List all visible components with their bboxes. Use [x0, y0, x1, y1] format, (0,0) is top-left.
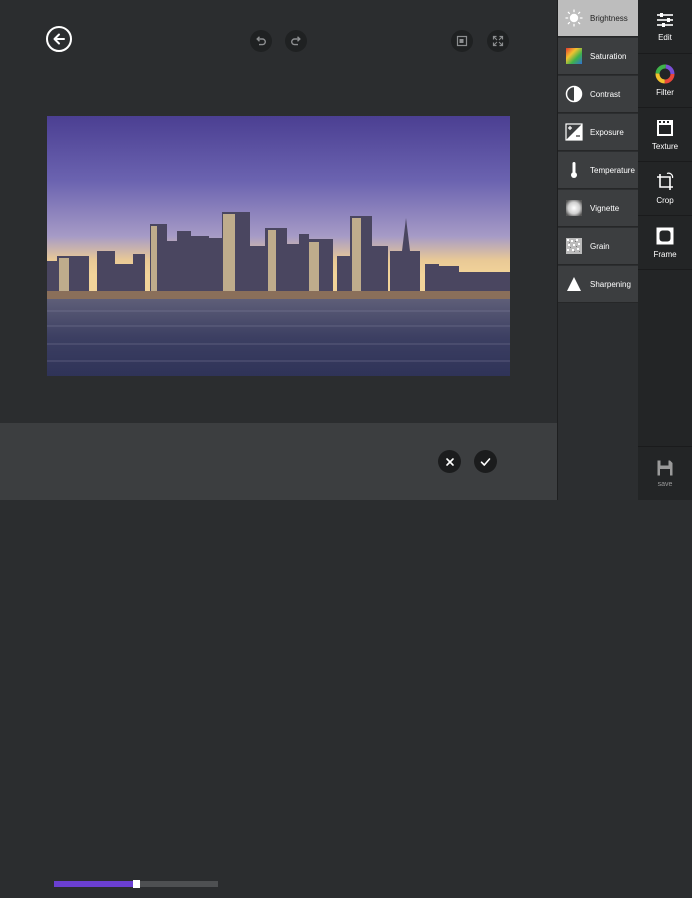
- tool-label: Texture: [651, 142, 679, 151]
- sliders-icon: [657, 13, 673, 27]
- exposure-icon: [564, 122, 584, 142]
- redo-button[interactable]: [285, 30, 307, 52]
- saturation-icon: [564, 46, 584, 66]
- sharpening-icon: [564, 274, 584, 294]
- undo-icon: [256, 36, 266, 46]
- tool-texture[interactable]: Texture: [638, 108, 692, 162]
- close-icon: [445, 457, 454, 466]
- slider-track[interactable]: [54, 880, 218, 888]
- apply-button[interactable]: [474, 450, 497, 473]
- tool-label: Edit: [658, 33, 672, 42]
- adjustment-label: Vignette: [590, 203, 620, 213]
- adjustment-sharpening[interactable]: Sharpening: [558, 266, 638, 303]
- frame-icon: [656, 227, 674, 245]
- tool-label: Crop: [656, 196, 674, 205]
- adjustment-brightness[interactable]: Brightness: [558, 0, 638, 37]
- adjustment-vignette[interactable]: Vignette: [558, 190, 638, 227]
- grain-icon: [564, 236, 584, 256]
- tools-panel: Edit Filter Texture Crop Frame save: [638, 0, 692, 500]
- tool-crop[interactable]: Crop: [638, 162, 692, 216]
- slider-thumb[interactable]: [133, 880, 140, 888]
- adjustment-label: Saturation: [590, 51, 627, 61]
- adjustment-label: Sharpening: [590, 279, 631, 289]
- adjustment-exposure[interactable]: Exposure: [558, 114, 638, 151]
- save-icon: [657, 460, 673, 476]
- save-label: save: [657, 481, 673, 488]
- adjustment-label: Temperature: [590, 165, 635, 175]
- contrast-icon: [564, 84, 584, 104]
- texture-icon: [657, 120, 673, 136]
- compare-icon: [456, 35, 468, 47]
- adjustment-slider[interactable]: [47, 870, 225, 898]
- save-button[interactable]: save: [638, 446, 692, 500]
- adjustment-label: Grain: [590, 241, 610, 251]
- tool-frame[interactable]: Frame: [638, 216, 692, 270]
- fullscreen-button[interactable]: [487, 30, 509, 52]
- adjustment-label: Contrast: [590, 89, 621, 99]
- check-icon: [480, 457, 491, 466]
- vignette-icon: [564, 198, 584, 218]
- tool-label: Frame: [653, 250, 677, 259]
- crop-icon: [657, 172, 674, 190]
- adjustment-bar: [0, 423, 557, 898]
- compare-button[interactable]: [451, 30, 473, 52]
- adjustment-saturation[interactable]: Saturation: [558, 38, 638, 75]
- filter-icon: [655, 64, 675, 84]
- tool-edit[interactable]: Edit: [638, 0, 692, 54]
- back-button[interactable]: [46, 26, 72, 52]
- adjustment-temperature[interactable]: Temperature: [558, 152, 638, 189]
- tool-label: Filter: [656, 88, 674, 97]
- back-arrow-icon: [53, 33, 65, 45]
- adjustment-contrast[interactable]: Contrast: [558, 76, 638, 113]
- skyline-photo: [47, 116, 510, 376]
- adjustment-grain[interactable]: Grain: [558, 228, 638, 265]
- thermometer-icon: [564, 160, 584, 180]
- slider-fill: [54, 881, 136, 887]
- adjustment-label: Exposure: [590, 127, 624, 137]
- sun-icon: [564, 8, 584, 28]
- adjustment-label: Brightness: [590, 13, 628, 23]
- fullscreen-icon: [492, 35, 504, 47]
- adjustments-panel: Brightness Saturation Contrast Exposure …: [557, 0, 638, 500]
- undo-button[interactable]: [250, 30, 272, 52]
- redo-icon: [291, 36, 301, 46]
- cancel-button[interactable]: [438, 450, 461, 473]
- tool-filter[interactable]: Filter: [638, 54, 692, 108]
